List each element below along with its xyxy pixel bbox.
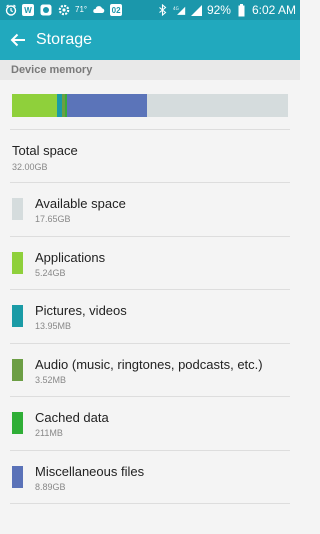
item-label: Miscellaneous files — [35, 464, 145, 479]
section-title: Device memory — [11, 64, 93, 76]
section-header: Device memory — [0, 60, 300, 80]
color-swatch — [12, 412, 23, 434]
item-value: 13.95MB — [35, 321, 72, 331]
storage-screen: W 71° 02 4G 92% 6:02 AM Storage Device m… — [0, 0, 300, 534]
list-item-available-space[interactable]: Available space 17.65GB — [0, 183, 300, 236]
total-space-value: 32.00GB — [12, 162, 48, 172]
storage-bar-segment — [67, 94, 147, 117]
total-space-label: Total space — [12, 143, 78, 158]
page-title: Storage — [36, 31, 93, 48]
item-label: Cached data — [35, 410, 109, 425]
cloud-icon — [92, 4, 105, 17]
item-label: Audio (music, ringtones, podcasts, etc.) — [35, 357, 263, 372]
color-swatch — [12, 359, 23, 381]
item-value: 17.65GB — [35, 214, 71, 224]
color-swatch — [12, 252, 23, 274]
item-value: 3.52MB — [35, 375, 67, 385]
item-value: 8.89GB — [35, 482, 66, 492]
notification-icon — [39, 4, 52, 17]
system-status: 4G 92% 6:02 AM — [156, 3, 296, 17]
lte-signal-icon: 4G — [173, 4, 186, 17]
notification-icons: W 71° 02 — [4, 3, 123, 17]
svg-text:4G: 4G — [173, 6, 179, 11]
signal-icon — [190, 4, 203, 17]
item-label: Applications — [35, 250, 106, 265]
back-button[interactable] — [6, 28, 30, 52]
storage-bar-segment — [146, 94, 288, 117]
divider — [10, 503, 290, 504]
list-item-cached-data[interactable]: Cached data 211MB — [0, 397, 300, 450]
list-item-miscellaneous-files[interactable]: Miscellaneous files 8.89GB — [0, 451, 300, 504]
clock-icon — [4, 4, 17, 17]
color-swatch — [12, 198, 23, 220]
list-item-audio[interactable]: Audio (music, ringtones, podcasts, etc.)… — [0, 344, 300, 397]
calendar-icon: 02 — [110, 4, 123, 16]
temperature-text: 71° — [75, 5, 88, 14]
status-bar: W 71° 02 4G 92% 6:02 AM — [0, 0, 300, 20]
divider — [10, 129, 290, 130]
item-label: Pictures, videos — [35, 303, 127, 318]
settings-icon — [57, 4, 70, 17]
battery-icon — [235, 3, 248, 17]
item-label: Available space — [35, 196, 126, 211]
item-value: 211MB — [35, 428, 63, 438]
bluetooth-icon — [156, 4, 169, 17]
storage-bar-segment — [12, 94, 58, 117]
item-value: 5.24GB — [35, 268, 66, 278]
color-swatch — [12, 466, 23, 488]
list-item-pictures-videos[interactable]: Pictures, videos 13.95MB — [0, 290, 300, 343]
storage-usage-bar — [12, 94, 288, 117]
battery-percent: 92% — [206, 3, 231, 17]
clock-time: 6:02 AM — [251, 3, 296, 17]
color-swatch — [12, 305, 23, 327]
list-item-applications[interactable]: Applications 5.24GB — [0, 237, 300, 290]
back-arrow-icon — [10, 33, 25, 47]
app-bar: Storage — [0, 20, 300, 60]
w-app-icon: W — [22, 4, 34, 16]
